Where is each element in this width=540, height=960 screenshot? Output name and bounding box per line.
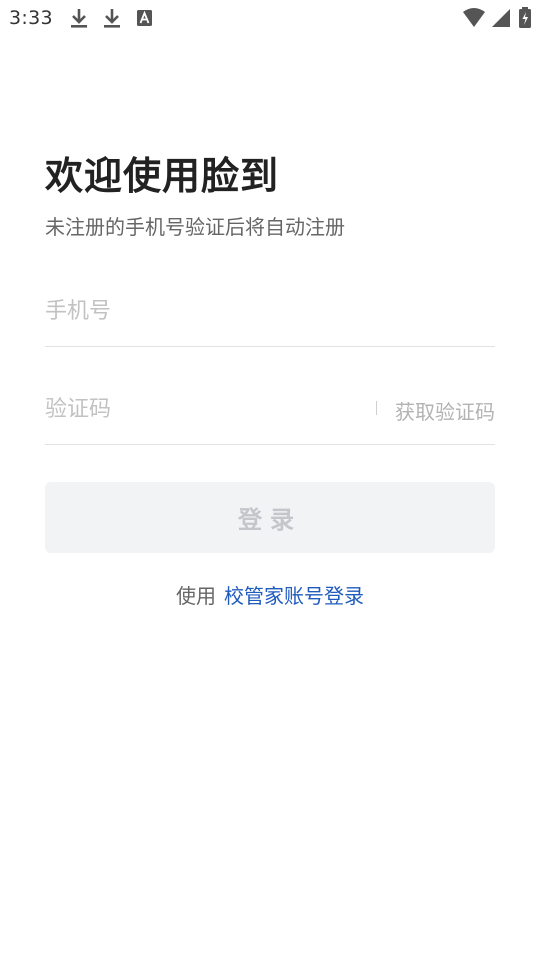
battery-charging-icon — [518, 6, 532, 30]
page-title: 欢迎使用脸到 — [45, 154, 280, 198]
page-subtitle: 未注册的手机号验证后将自动注册 — [45, 215, 345, 239]
download-icon — [101, 6, 123, 30]
alt-login-prefix: 使用 — [176, 584, 216, 608]
font-icon — [134, 6, 156, 30]
wifi-icon — [462, 6, 485, 30]
phone-field — [45, 287, 495, 347]
notification-icons — [68, 6, 156, 30]
code-input[interactable] — [45, 389, 355, 429]
divider — [376, 401, 377, 415]
system-icons — [462, 6, 532, 30]
cellular-signal-icon — [490, 6, 512, 30]
account-login-link[interactable]: 校管家账号登录 — [224, 584, 364, 608]
status-time: 3:33 — [9, 7, 53, 29]
login-button[interactable]: 登录 — [45, 482, 495, 553]
download-icon — [68, 6, 90, 30]
alt-login: 使用 校管家账号登录 — [0, 580, 540, 609]
phone-input[interactable] — [45, 291, 485, 331]
get-code-button[interactable]: 获取验证码 — [395, 396, 495, 425]
code-field: 获取验证码 — [45, 385, 495, 445]
status-bar: 3:33 — [0, 0, 540, 36]
